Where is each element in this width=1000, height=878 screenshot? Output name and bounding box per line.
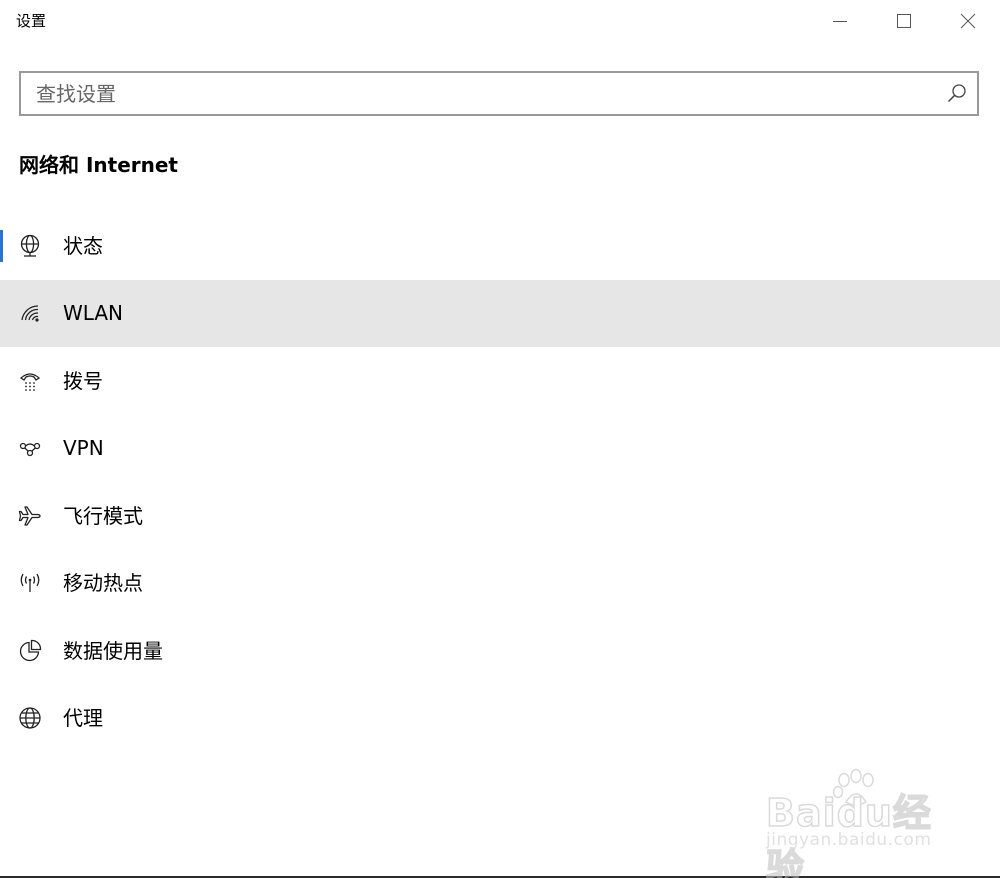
search-input[interactable] [21, 73, 916, 114]
nav-item-label: 移动热点 [63, 571, 143, 596]
title-bar[interactable]: 设置 [0, 0, 1000, 42]
page-title: 网络和 Internet [19, 153, 178, 177]
nav-item-wlan[interactable]: WLAN [0, 279, 1000, 347]
nav-item-label: 状态 [63, 233, 103, 258]
airplane-icon [18, 504, 42, 528]
wifi-icon [18, 301, 42, 325]
watermark-url: jingyan.baidu.com [766, 830, 932, 850]
selection-indicator [0, 230, 3, 262]
minimize-button[interactable] [808, 0, 872, 42]
network-status-icon [18, 234, 42, 258]
search-icon[interactable] [947, 83, 967, 103]
nav-item-label: 代理 [63, 706, 103, 731]
baidu-watermark: Baidu经验 jingyan.baidu.com [762, 768, 952, 878]
nav-item-label: WLAN [63, 301, 124, 326]
data-usage-icon [18, 639, 42, 663]
hotspot-icon [18, 571, 42, 595]
nav-item-dialup[interactable]: 拨号 [0, 347, 1000, 415]
nav-item-data-usage[interactable]: 数据使用量 [0, 617, 1000, 685]
settings-window: 设置 网络和 Internet [0, 0, 1000, 878]
dialup-icon [18, 369, 42, 393]
nav-item-vpn[interactable]: VPN [0, 415, 1000, 483]
nav-item-label: VPN [63, 436, 104, 461]
nav-item-label: 拨号 [63, 368, 103, 393]
nav-item-airplane-mode[interactable]: 飞行模式 [0, 482, 1000, 550]
close-button[interactable] [936, 0, 1000, 42]
vpn-icon [18, 436, 42, 460]
nav-item-label: 数据使用量 [63, 638, 163, 663]
maximize-icon [897, 14, 911, 28]
nav-item-mobile-hotspot[interactable]: 移动热点 [0, 550, 1000, 618]
window-title: 设置 [16, 12, 47, 30]
nav-item-proxy[interactable]: 代理 [0, 685, 1000, 753]
search-box[interactable] [19, 71, 979, 116]
nav-list: 状态 WLAN 拨号 VPN 飞行模式 移动热点 数据使用量 代理 [0, 212, 1000, 752]
maximize-button[interactable] [872, 0, 936, 42]
nav-item-status[interactable]: 状态 [0, 212, 1000, 280]
close-icon [960, 13, 976, 29]
globe-icon [18, 706, 42, 730]
nav-item-label: 飞行模式 [63, 503, 143, 528]
minimize-icon [833, 21, 847, 22]
